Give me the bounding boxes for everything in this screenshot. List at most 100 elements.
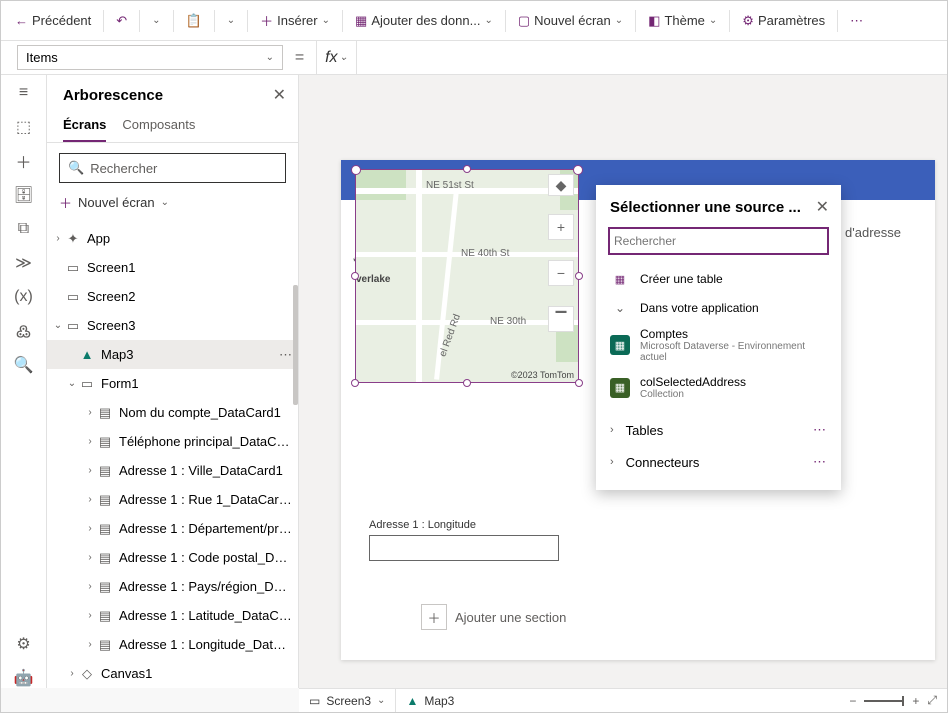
tree-label: Map3: [101, 347, 279, 362]
tree-view-icon[interactable]: ⬚: [14, 117, 34, 137]
hamburger-icon[interactable]: ≡: [14, 83, 34, 103]
new-screen-label: Nouvel écran: [534, 13, 611, 28]
tree-label: Nom du compte_DataCard1: [119, 405, 292, 420]
tree-node-screen3[interactable]: ⌄▭Screen3: [47, 311, 298, 340]
tree-node-datacard[interactable]: ›▤Adresse 1 : Rue 1_DataCard1: [47, 485, 298, 514]
search-icon[interactable]: 🔍: [14, 355, 34, 375]
datasource-comptes[interactable]: ▦ Comptes Microsoft Dataverse - Environn…: [596, 321, 841, 369]
connectors-row[interactable]: › Connecteurs ⋯: [596, 446, 841, 478]
more-icon[interactable]: ⋯: [813, 422, 827, 438]
settings-rail-icon[interactable]: ⚙: [14, 634, 34, 654]
chevron-right-icon: ›: [83, 407, 97, 418]
insert-label: Insérer: [277, 13, 317, 28]
tree-node-screen1[interactable]: ▭Screen1: [47, 253, 298, 282]
overflow-button[interactable]: ⋯: [844, 9, 869, 33]
create-table-button[interactable]: ▦ Créer une table: [596, 263, 841, 295]
undo-split[interactable]: ⌄: [146, 11, 166, 30]
tree-node-datacard[interactable]: ›▤Adresse 1 : Ville_DataCard1: [47, 456, 298, 485]
datasource-name: Comptes: [640, 327, 827, 341]
component-icon: ◇: [79, 666, 95, 682]
equals-label: =: [283, 41, 317, 74]
breadcrumb-map3[interactable]: ▲ Map3: [396, 689, 464, 712]
zoom-controls[interactable]: − + ⤢: [839, 693, 947, 708]
tree-node-canvas1[interactable]: ›◇Canvas1: [47, 659, 298, 688]
tree-node-form1[interactable]: ⌄▭Form1: [47, 369, 298, 398]
screen-icon: ▭: [65, 318, 81, 334]
zoom-in-icon[interactable]: +: [912, 694, 919, 708]
tree-label: Adresse 1 : Code postal_DataCard1: [119, 550, 292, 565]
popup-search-field[interactable]: [610, 234, 827, 248]
property-selector[interactable]: Items ⌄: [17, 45, 283, 70]
tree-node-datacard[interactable]: ›▤Adresse 1 : Pays/région_DataCard1: [47, 572, 298, 601]
add-section-button[interactable]: ＋ Ajouter une section: [421, 604, 566, 630]
more-icon: ⋯: [850, 13, 863, 29]
undo-button[interactable]: ↶: [110, 9, 133, 33]
tab-components[interactable]: Composants: [122, 109, 195, 142]
fit-icon[interactable]: ⤢: [927, 693, 937, 708]
datasource-colselected[interactable]: ▦ colSelectedAddress Collection: [596, 369, 841, 406]
tree-node-datacard[interactable]: ›▤Téléphone principal_DataCard1: [47, 427, 298, 456]
tree-node-datacard[interactable]: ›▤Nom du compte_DataCard1: [47, 398, 298, 427]
close-icon[interactable]: ✕: [816, 197, 829, 217]
media-icon[interactable]: ⧉: [14, 219, 34, 239]
advanced-icon[interactable]: ߷: [14, 321, 34, 341]
insert-button[interactable]: ＋ Insérer ⌄: [254, 7, 336, 34]
tree-label: Screen3: [87, 318, 292, 333]
data-icon[interactable]: 🗄: [14, 185, 34, 205]
back-button[interactable]: ← Précédent: [9, 9, 97, 32]
chevron-down-icon: ⌄: [152, 15, 160, 26]
tables-row[interactable]: › Tables ⋯: [596, 414, 841, 446]
tree-node-datacard[interactable]: ›▤Adresse 1 : Longitude_DataCard1: [47, 630, 298, 659]
tree-node-map3[interactable]: ▲Map3⋯: [47, 340, 298, 369]
tree-node-datacard[interactable]: ›▤Adresse 1 : Code postal_DataCard1: [47, 543, 298, 572]
variables-icon[interactable]: (x): [14, 287, 34, 307]
theme-label: Thème: [664, 13, 704, 28]
more-icon[interactable]: ⋯: [279, 347, 292, 363]
tree-search-input[interactable]: 🔍 Rechercher: [59, 153, 286, 183]
formula-input[interactable]: [357, 41, 947, 74]
paste-button[interactable]: 📋: [180, 9, 208, 33]
flows-icon[interactable]: ≫: [14, 253, 34, 273]
formula-bar: Items ⌄ = fx ⌄: [1, 41, 947, 75]
palette-icon: ◧: [648, 13, 660, 29]
tree-view-panel: Arborescence ✕ Écrans Composants 🔍 Reche…: [47, 75, 299, 688]
tree-node-app[interactable]: ›✦App: [47, 224, 298, 253]
chevron-down-icon: ⌄: [340, 52, 348, 63]
create-table-label: Créer une table: [640, 272, 723, 286]
fx-button[interactable]: fx ⌄: [317, 41, 357, 74]
ask-icon[interactable]: 🤖: [14, 668, 34, 688]
theme-button[interactable]: ◧ Thème ⌄: [642, 9, 723, 33]
zoom-out-icon[interactable]: −: [849, 694, 856, 708]
chevron-right-icon: ›: [65, 668, 79, 679]
add-data-label: Ajouter des donn...: [371, 13, 480, 28]
undo-icon: ↶: [116, 13, 127, 29]
field-input-longitude[interactable]: [369, 535, 559, 561]
scrollbar[interactable]: [293, 285, 298, 405]
app-icon: ✦: [65, 231, 81, 247]
plus-icon: ＋: [260, 11, 273, 30]
add-data-button[interactable]: ▦ Ajouter des donn... ⌄: [349, 9, 499, 33]
tree-node-datacard[interactable]: ›▤Adresse 1 : Département/province_D: [47, 514, 298, 543]
new-screen-button[interactable]: ▢ Nouvel écran ⌄: [512, 9, 629, 33]
tree-node-datacard[interactable]: ›▤Adresse 1 : Latitude_DataCard1: [47, 601, 298, 630]
paste-split[interactable]: ⌄: [221, 11, 241, 30]
tab-screens[interactable]: Écrans: [63, 109, 106, 142]
settings-button[interactable]: ⚙ Paramètres: [736, 9, 831, 33]
chevron-down-icon: ⌄: [266, 52, 274, 63]
chevron-right-icon: ›: [83, 465, 97, 476]
tree-search-placeholder: Rechercher: [90, 161, 157, 176]
more-icon[interactable]: ⋯: [813, 454, 827, 470]
tree-label: Adresse 1 : Longitude_DataCard1: [119, 637, 292, 652]
breadcrumb-screen3[interactable]: ▭ Screen3 ⌄: [299, 689, 396, 712]
breadcrumb-label: Screen3: [326, 694, 371, 708]
chevron-right-icon: ›: [51, 233, 65, 244]
screen-icon: ▭: [309, 694, 320, 708]
popup-search-input[interactable]: [608, 227, 829, 255]
in-your-app-label: Dans votre application: [640, 301, 759, 315]
tree-new-screen-button[interactable]: ＋ Nouvel écran ⌄: [59, 189, 286, 216]
close-icon[interactable]: ✕: [273, 85, 286, 105]
tree-label: Screen1: [87, 260, 292, 275]
tree-node-screen2[interactable]: ▭Screen2: [47, 282, 298, 311]
in-your-app-toggle[interactable]: ⌄ Dans votre application: [596, 295, 841, 321]
insert-icon[interactable]: ＋: [14, 151, 34, 171]
